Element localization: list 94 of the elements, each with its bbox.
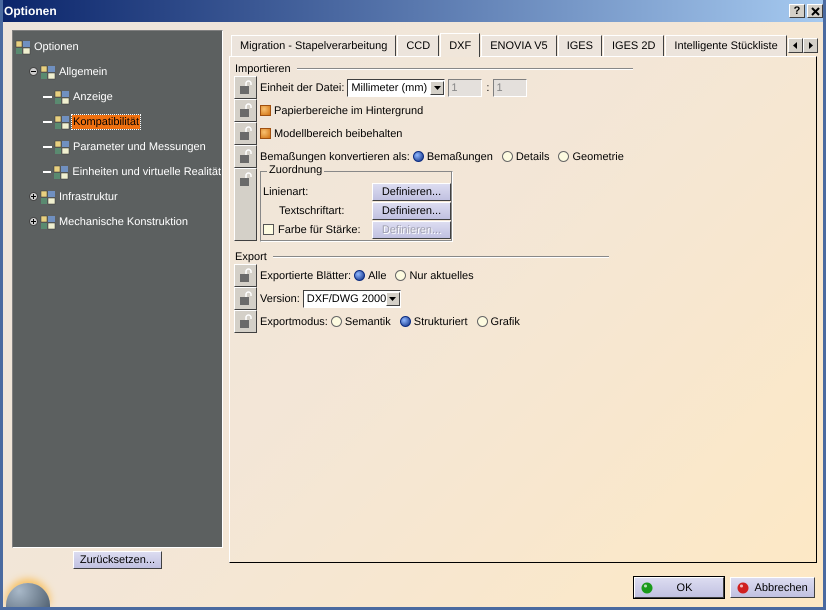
radio-button[interactable]: [558, 151, 570, 162]
lock-icon: [238, 172, 252, 186]
lock-icon: [238, 268, 252, 282]
window-title: Optionen: [4, 4, 57, 18]
expander-icon[interactable]: [29, 217, 38, 226]
node-icon: [40, 64, 56, 80]
radio-button[interactable]: [400, 316, 411, 327]
cancel-dot-icon: [736, 582, 749, 594]
node-icon: [40, 188, 56, 204]
field-label: Exportmodus:: [260, 316, 328, 328]
define-button[interactable]: Definieren...: [372, 202, 451, 220]
help-button[interactable]: ?: [789, 4, 805, 18]
radio-button[interactable]: [502, 151, 513, 162]
checkbox-label: Papierbereiche im Hintergrund: [274, 104, 424, 116]
dialog-button[interactable]: Abbrechen: [730, 577, 815, 598]
radio-button[interactable]: [395, 270, 406, 281]
tree-item[interactable]: Parameter und Messungen: [72, 140, 207, 154]
tab[interactable]: Migration - Stapelverarbeitung: [231, 35, 396, 56]
radio-button[interactable]: [412, 151, 424, 162]
field-label: Einheit der Datei:: [260, 82, 344, 94]
tree-item[interactable]: Allgemein: [58, 64, 108, 78]
lock-icon: [238, 103, 252, 117]
tree-item[interactable]: Kompatibilität: [72, 114, 140, 128]
ratio-separator: :: [486, 82, 490, 94]
node-icon: [40, 214, 56, 230]
tab[interactable]: Intelligente Stückliste: [665, 35, 787, 56]
field-label: Bemaßungen konvertieren als:: [260, 150, 410, 162]
caret-icon: [434, 86, 441, 90]
lock-button[interactable]: [234, 99, 257, 122]
scroll-right-button[interactable]: [802, 38, 818, 53]
tree-item[interactable]: Mechanische Konstruktion: [58, 214, 190, 228]
globe-drawing: [6, 583, 50, 607]
version-dropdown[interactable]: DXF/DWG 2000: [302, 290, 401, 308]
section-title: Export: [235, 251, 267, 263]
checkbox[interactable]: [260, 105, 271, 116]
tree-item[interactable]: Optionen: [33, 40, 80, 54]
radio-label: Nur aktuelles: [409, 270, 474, 282]
radio-label: Alle: [368, 270, 386, 282]
right-arrow-icon: [808, 42, 813, 49]
node-icon: [53, 164, 70, 180]
tree-item[interactable]: Einheiten und virtuelle Realität: [71, 164, 222, 178]
expander-icon[interactable]: [29, 192, 38, 201]
tab[interactable]: ENOVIA V5: [481, 35, 557, 56]
node-icon: [15, 38, 31, 54]
lock-button[interactable]: [234, 122, 257, 145]
dialog-button[interactable]: OK: [634, 577, 724, 598]
caret-icon: [389, 296, 396, 300]
expander-icon[interactable]: [29, 67, 38, 76]
radio-label: Details: [516, 150, 550, 162]
radio-button[interactable]: [476, 316, 488, 327]
tab[interactable]: IGES 2D: [602, 35, 664, 56]
lock-button[interactable]: [234, 145, 257, 168]
scroll-left-button[interactable]: [788, 38, 803, 53]
checkbox[interactable]: [260, 128, 271, 139]
field-label: Exportierte Blätter:: [260, 270, 352, 282]
tree-item[interactable]: Infrastruktur: [58, 190, 119, 204]
group-title: Zuordnung: [267, 164, 324, 176]
lock-icon: [238, 314, 252, 328]
node-icon: [54, 88, 70, 104]
checkbox-label: Modellbereich beibehalten: [274, 128, 402, 140]
field-label: Linienart:: [263, 186, 308, 198]
node-icon: [54, 138, 70, 154]
radio-label: Bemaßungen: [426, 150, 493, 162]
tree-item[interactable]: Anzeige: [72, 90, 114, 104]
section-title: Importieren: [235, 63, 291, 75]
radio-button[interactable]: [330, 316, 342, 327]
left-arrow-icon: [792, 42, 798, 49]
lock-button[interactable]: [234, 287, 257, 310]
tab[interactable]: IGES: [558, 35, 602, 56]
close-icon: [810, 6, 820, 16]
lock-icon: [238, 149, 252, 163]
lock-button[interactable]: [234, 264, 257, 287]
radio-label: Grafik: [490, 316, 520, 328]
lock-button[interactable]: [234, 310, 257, 333]
lock-button[interactable]: [234, 168, 257, 241]
lock-icon: [238, 80, 252, 94]
field-label: Version:: [260, 292, 300, 304]
ok-dot-icon: [640, 582, 653, 594]
lock-button[interactable]: [234, 76, 257, 99]
radio-label: Geometrie: [572, 150, 624, 162]
lock-icon: [238, 126, 252, 140]
tab[interactable]: CCD: [397, 35, 440, 56]
radio-label: Strukturiert: [414, 316, 468, 328]
define-button[interactable]: Definieren...: [372, 182, 451, 200]
field-label: Textschriftart:: [279, 204, 344, 216]
close-button[interactable]: [807, 4, 823, 18]
tab[interactable]: DXF: [440, 33, 480, 57]
field-label: Farbe für Stärke:: [278, 224, 361, 236]
node-icon: [54, 114, 70, 130]
radio-button[interactable]: [354, 270, 366, 281]
reset-button[interactable]: Zurücksetzen...: [72, 551, 162, 569]
unit-dropdown[interactable]: Millimeter (mm): [347, 78, 446, 96]
radio-label: Semantik: [344, 316, 391, 328]
lock-icon: [238, 291, 252, 305]
